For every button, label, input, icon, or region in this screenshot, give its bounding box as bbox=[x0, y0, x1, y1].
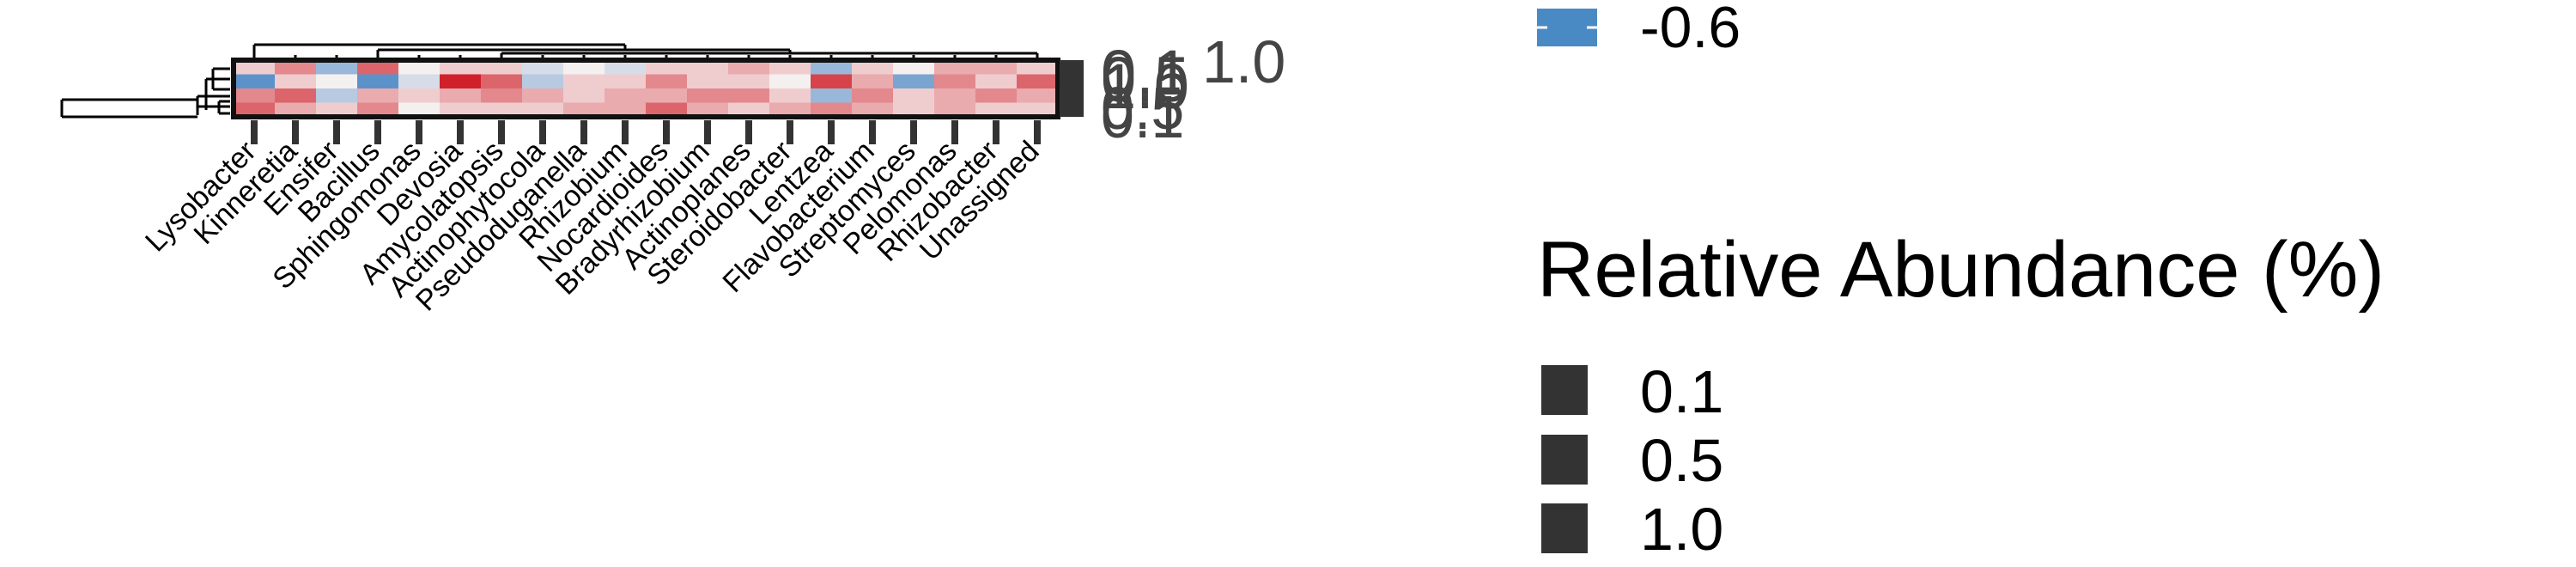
heatmap-cell bbox=[811, 88, 853, 103]
heatmap-cell bbox=[481, 88, 523, 103]
heatmap-cell bbox=[440, 88, 482, 103]
heatmap-cell bbox=[646, 74, 688, 89]
heatmap-cell bbox=[563, 88, 605, 103]
heatmap-cell bbox=[563, 74, 605, 89]
heatmap-cell bbox=[975, 74, 1018, 89]
heatmap-cell bbox=[398, 88, 440, 103]
heatmap-cell bbox=[811, 74, 853, 89]
heatmap-cell bbox=[481, 74, 523, 89]
column-dendrogram bbox=[252, 43, 1039, 58]
heatmap-cell bbox=[316, 74, 358, 89]
heatmap-cell bbox=[440, 74, 482, 89]
color-legend-label: -0.6 bbox=[1640, 0, 1741, 60]
annotation-strip bbox=[1060, 60, 1084, 117]
heatmap-cell bbox=[646, 88, 688, 103]
heatmap-cell bbox=[728, 74, 770, 89]
size-legend-label: 1.0 bbox=[1640, 496, 1723, 563]
size-legend-key bbox=[1541, 503, 1588, 553]
heatmap-cell bbox=[1017, 74, 1059, 89]
heatmap-cell bbox=[398, 74, 440, 89]
heatmap-cell bbox=[522, 74, 564, 89]
heatmap-cell bbox=[852, 88, 894, 103]
heatmap-cell bbox=[275, 88, 317, 103]
heatmap-cell bbox=[975, 88, 1018, 103]
size-legend-title: Relative Abundance (%) bbox=[1537, 226, 2385, 314]
heatmap-cell bbox=[852, 74, 894, 89]
heatmap-cell bbox=[357, 74, 399, 89]
heatmap-cell bbox=[934, 88, 976, 103]
heatmap-cell bbox=[769, 74, 811, 89]
heatmap-cell bbox=[316, 88, 358, 103]
row-annotation-bar bbox=[1060, 60, 1084, 117]
heatmap-cell bbox=[605, 74, 647, 89]
heatmap-cell bbox=[275, 74, 317, 89]
heatmap-cell bbox=[893, 74, 935, 89]
annotation-label: 0.5 bbox=[1101, 75, 1184, 142]
heatmap-cell bbox=[934, 74, 976, 89]
x-axis-tick-labels: LysobacterKinneretiaEnsiferBacillusSphin… bbox=[139, 135, 1046, 318]
size-legend-key bbox=[1541, 435, 1588, 485]
heatmap-cell bbox=[687, 74, 729, 89]
heatmap-cell bbox=[728, 88, 770, 103]
heatmap-cell bbox=[769, 88, 811, 103]
heatmap-cell bbox=[605, 88, 647, 103]
heatmap-cell bbox=[687, 88, 729, 103]
heatmap-cell bbox=[357, 88, 399, 103]
heatmap-cell bbox=[522, 88, 564, 103]
row-annotation-labels: 0.10.51.0 1.00.10.5 bbox=[1101, 28, 1285, 150]
heatmap-cell bbox=[234, 88, 276, 103]
heatmap-chart: 0.10.51.0 1.00.10.5 LysobacterKinneretiaE… bbox=[60, 0, 2385, 563]
size-legend-key bbox=[1541, 365, 1588, 415]
size-legend-label: 0.5 bbox=[1640, 427, 1723, 494]
heatmap-grid bbox=[234, 60, 1059, 118]
heatmap-cell bbox=[893, 88, 935, 103]
annotation-label: 1.0 bbox=[1202, 28, 1285, 95]
row-dendrogram bbox=[60, 67, 230, 119]
size-legend-label: 0.1 bbox=[1640, 358, 1723, 425]
heatmap-cell bbox=[234, 74, 276, 89]
heatmap-cell bbox=[1017, 88, 1059, 103]
